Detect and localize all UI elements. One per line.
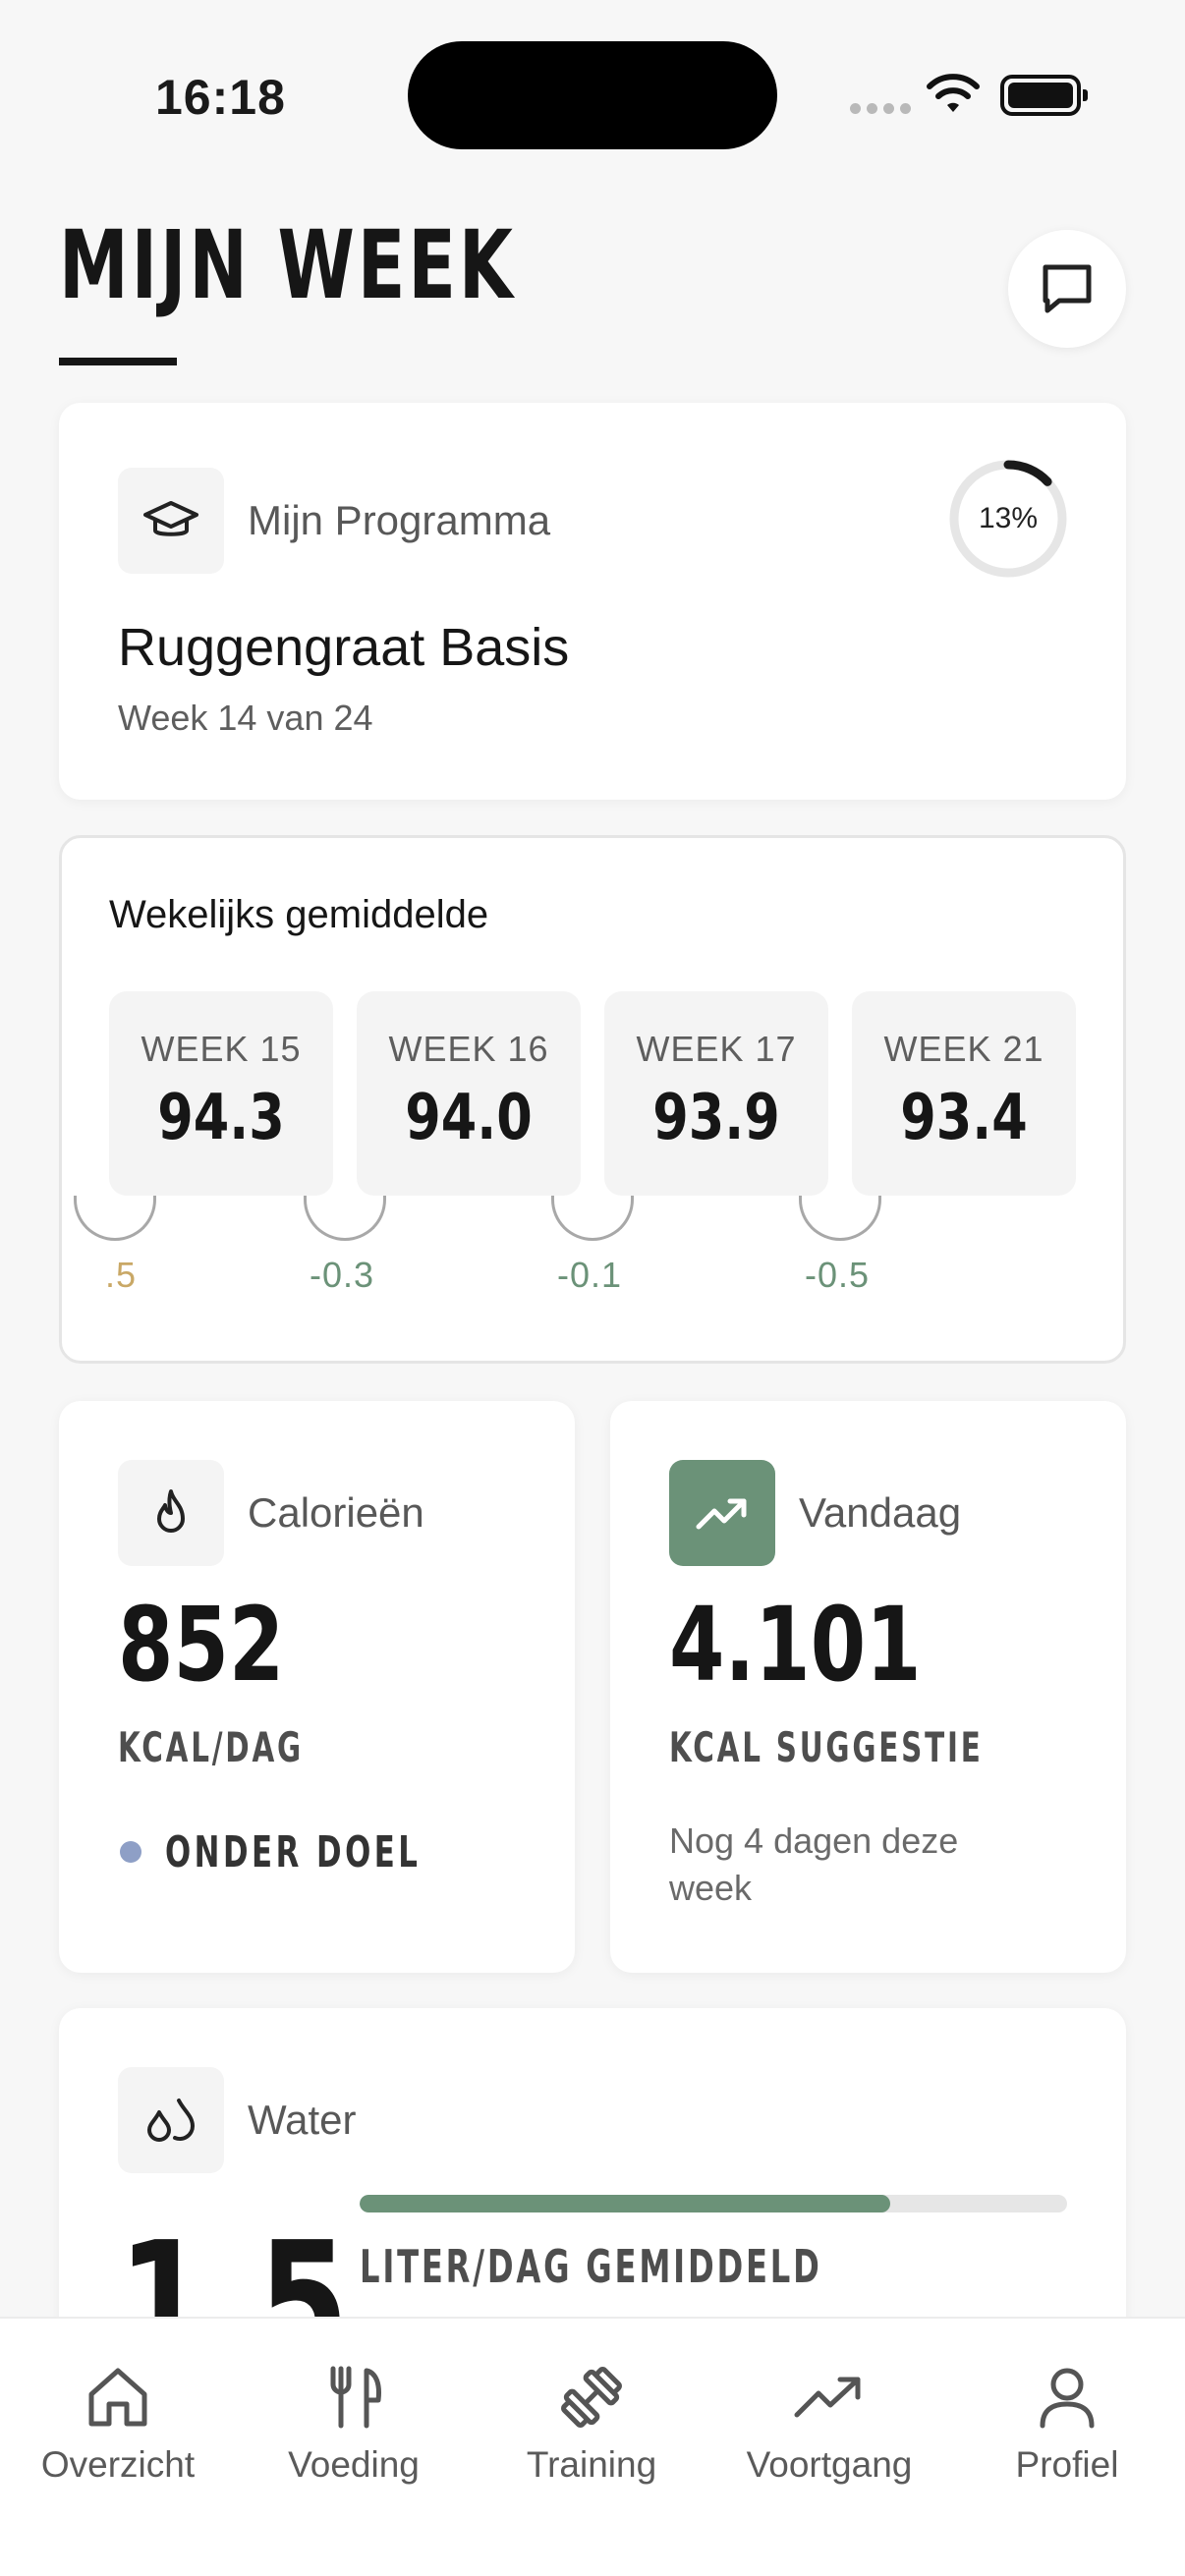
week-delta: .5	[105, 1255, 138, 1295]
tab-training[interactable]: Training	[483, 2358, 700, 2486]
delta-indicator-arc	[74, 1196, 156, 1241]
water-icon-tile	[118, 2067, 224, 2173]
tab-profiel[interactable]: Profiel	[959, 2358, 1175, 2486]
today-icon-tile	[669, 1460, 775, 1566]
week-delta: -0.1	[557, 1255, 623, 1295]
program-card[interactable]: Mijn Programma 13% Ruggengraat Basis Wee…	[59, 403, 1126, 800]
home-icon	[88, 2368, 147, 2427]
water-drops-icon	[147, 2099, 196, 2142]
cellular-signal-icon	[850, 103, 911, 114]
week-delta: -0.3	[310, 1255, 375, 1295]
water-label: Water	[248, 2097, 357, 2143]
status-bar: 16:18	[0, 0, 1185, 187]
chat-bubble-icon	[1043, 264, 1092, 313]
calories-icon-tile	[118, 1460, 224, 1566]
today-unit: KCAL SUGGESTIE	[669, 1723, 984, 1771]
tab-voortgang[interactable]: Voortgang	[721, 2358, 937, 2486]
page-title: MIJN WEEK	[59, 210, 516, 320]
program-name: Ruggengraat Basis	[118, 618, 570, 677]
tab-label: Profiel	[1015, 2444, 1119, 2485]
weekly-average-card[interactable]: Wekelijks gemiddelde WEEK 15 94.3 WEEK 1…	[59, 835, 1126, 1364]
today-note: Nog 4 dagen deze week	[669, 1820, 959, 1908]
dumbbell-icon	[561, 2367, 622, 2428]
calories-value: 852	[118, 1585, 285, 1705]
today-card[interactable]: Vandaag 4.101 KCAL SUGGESTIE Nog 4 dagen…	[610, 1401, 1126, 1973]
week-label: WEEK 16	[388, 1029, 549, 1069]
water-progress-fill	[360, 2195, 890, 2212]
tab-label: Voortgang	[746, 2444, 913, 2485]
graduation-cap-icon	[143, 501, 198, 536]
week-value: 93.9	[652, 1082, 780, 1154]
week-value: 94.3	[157, 1082, 285, 1154]
program-week: Week 14 van 24	[118, 698, 373, 738]
flame-icon	[157, 1489, 185, 1533]
weekly-average-title: Wekelijks gemiddelde	[109, 893, 489, 936]
trend-icon	[794, 2377, 861, 2418]
program-icon-tile	[118, 468, 224, 574]
fork-knife-icon	[330, 2366, 381, 2429]
trending-up-icon	[696, 1498, 747, 1530]
water-progress-bar	[360, 2195, 1067, 2212]
delta-indicator-arc	[551, 1196, 634, 1241]
calories-status: ONDER DOEL	[165, 1827, 422, 1877]
tab-voeding[interactable]: Voeding	[246, 2358, 462, 2486]
week-value: 94.0	[405, 1082, 533, 1154]
program-progress-text: 13%	[978, 502, 1039, 534]
dynamic-island	[408, 41, 777, 149]
battery-icon	[1000, 75, 1088, 116]
tab-overzicht[interactable]: Overzicht	[10, 2358, 226, 2486]
week-label: WEEK 15	[141, 1029, 302, 1069]
today-label: Vandaag	[799, 1489, 962, 1536]
week-tile[interactable]: WEEK 17 93.9	[604, 991, 828, 1196]
title-underline	[59, 358, 177, 365]
delta-indicator-arc	[799, 1196, 881, 1241]
delta-indicator-arc	[304, 1196, 386, 1241]
tab-label: Training	[526, 2444, 657, 2485]
tab-label: Overzicht	[40, 2444, 196, 2485]
chat-button[interactable]	[1008, 230, 1126, 348]
calories-card[interactable]: Calorieën 852 KCAL/DAG ONDER DOEL	[59, 1401, 575, 1973]
water-unit: LITER/DAG GEMIDDELD	[360, 2240, 822, 2293]
week-tile[interactable]: WEEK 15 94.3	[109, 991, 333, 1196]
today-value: 4.101	[669, 1585, 922, 1705]
person-icon	[1040, 2368, 1095, 2429]
tab-bar: Overzicht Voeding Training Voortgang Pro…	[0, 2317, 1185, 2576]
program-label: Mijn Programma	[248, 497, 551, 543]
calories-label: Calorieën	[248, 1489, 424, 1536]
calories-unit: KCAL/DAG	[118, 1723, 304, 1771]
week-value: 93.4	[900, 1082, 1028, 1154]
week-label: WEEK 21	[883, 1029, 1044, 1069]
status-time: 16:18	[155, 70, 286, 125]
week-tile[interactable]: WEEK 16 94.0	[357, 991, 581, 1196]
wifi-icon	[927, 74, 980, 112]
week-delta: -0.5	[805, 1255, 871, 1295]
week-tile[interactable]: WEEK 21 93.4	[852, 991, 1076, 1196]
week-label: WEEK 17	[636, 1029, 797, 1069]
tab-label: Voeding	[288, 2444, 420, 2485]
status-dot	[120, 1841, 141, 1863]
